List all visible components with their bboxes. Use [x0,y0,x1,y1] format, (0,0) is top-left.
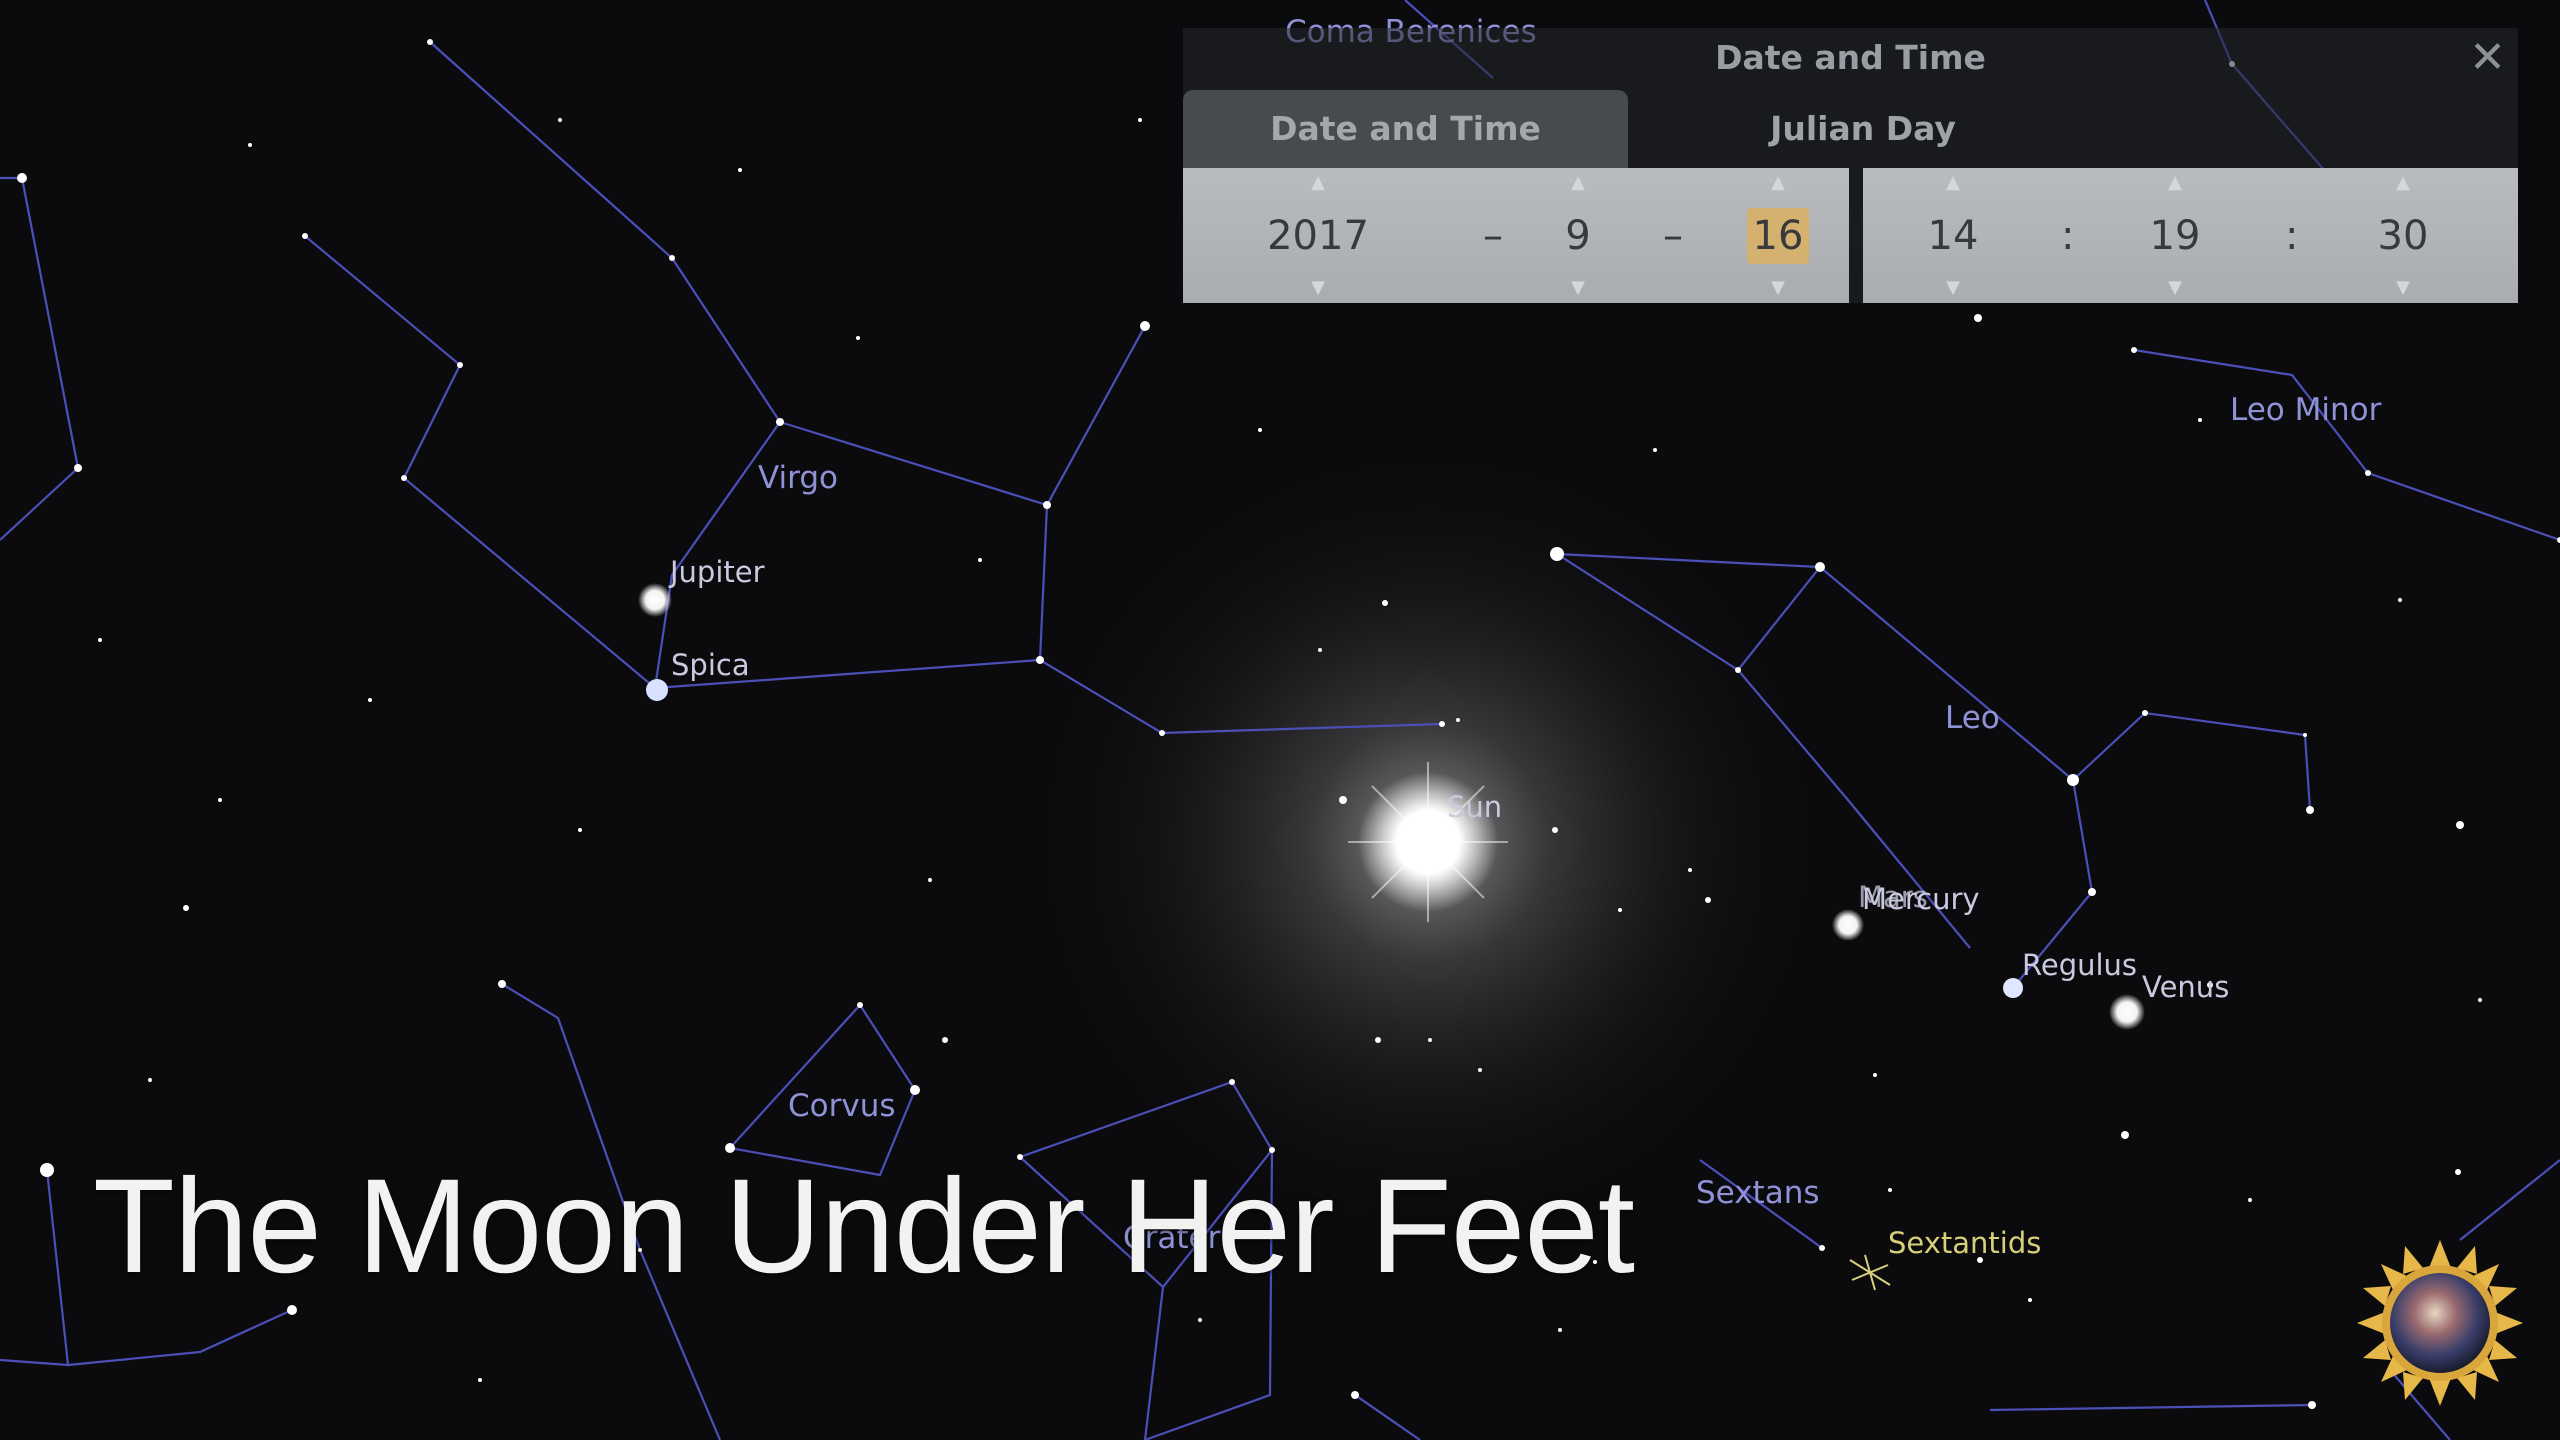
label-sun: Sun [1447,790,1503,824]
day-up-arrow-icon[interactable]: ▲ [1743,174,1813,192]
day-down-arrow-icon[interactable]: ▼ [1743,279,1813,297]
label-jupiter: Jupiter [670,555,765,589]
virgo-lines-c [304,235,1049,690]
jupiter-marker[interactable] [638,583,672,617]
label-leo: Leo [1945,700,2000,736]
label-venus: Venus [2142,970,2230,1004]
label-mercury: Mercury [1862,882,1980,916]
year-spinbox[interactable]: ▲ 2017 ▼ [1243,168,1393,303]
lower-right-lines-c [1989,1403,2313,1412]
tab-julian-day[interactable]: Julian Day [1643,90,2083,168]
minute-up-arrow-icon[interactable]: ▲ [2135,174,2215,192]
virgo-lines [429,41,1146,507]
leo-lines-b [1819,566,2312,811]
date-fields: ▲ 2017 ▼ – ▲ 9 ▼ – ▲ 16 ▼ [1183,168,1849,303]
left-lines [0,177,80,541]
hydra-lines-c [0,1358,69,1367]
second-up-arrow-icon[interactable]: ▲ [2363,174,2443,192]
date-separator: – [1663,213,1683,259]
crater-lines-b [1143,1286,1165,1440]
lower-right-lines-b [2459,1159,2560,1241]
slide-title: The Moon Under Her Feet [93,1152,1635,1301]
crater-lines-d [1354,1394,1421,1440]
minute-value[interactable]: 19 [2135,208,2215,264]
label-corvus: Corvus [788,1088,896,1124]
tab-date-and-time[interactable]: Date and Time [1183,90,1628,168]
month-up-arrow-icon[interactable]: ▲ [1543,174,1613,192]
label-regulus: Regulus [2022,948,2138,982]
spica-marker[interactable] [646,679,668,701]
time-separator: : [2285,213,2299,259]
year-down-arrow-icon[interactable]: ▼ [1243,279,1393,297]
hour-down-arrow-icon[interactable]: ▼ [1913,279,1993,297]
close-icon[interactable]: ✕ [2469,32,2506,83]
sun-marker[interactable] [1348,762,1508,922]
second-spinbox[interactable]: ▲ 30 ▼ [2363,168,2443,303]
window-title: Date and Time [1715,38,1986,77]
label-sextantids: Sextantids [1888,1226,2042,1260]
hour-up-arrow-icon[interactable]: ▲ [1913,174,1993,192]
day-spinbox[interactable]: ▲ 16 ▼ [1743,168,1813,303]
label-sextans: Sextans [1696,1175,1820,1211]
day-value[interactable]: 16 [1747,208,1809,264]
minute-down-arrow-icon[interactable]: ▼ [2135,279,2215,297]
regulus-marker[interactable] [2003,978,2023,998]
leo-minor-lines [2133,348,2560,542]
date-time-window[interactable]: Date and Time ✕ Date and Time Julian Day… [1183,28,2518,303]
month-value[interactable]: 9 [1543,208,1613,264]
venus-marker[interactable] [2109,994,2145,1030]
second-value[interactable]: 30 [2363,208,2443,264]
label-leo-minor: Leo Minor [2230,392,2382,428]
year-value[interactable]: 2017 [1243,208,1393,264]
sextantids-radiant-icon[interactable] [1849,1254,1891,1291]
hour-spinbox[interactable]: ▲ 14 ▼ [1913,168,1993,303]
minute-spinbox[interactable]: ▲ 19 ▼ [2135,168,2215,303]
sun-medallion-logo-icon [2357,1240,2523,1406]
label-spica: Spica [671,648,750,682]
time-fields: ▲ 14 ▼ : ▲ 19 ▼ : ▲ 30 ▼ [1863,168,2518,303]
time-separator: : [2061,213,2075,259]
year-up-arrow-icon[interactable]: ▲ [1243,174,1393,192]
month-spinbox[interactable]: ▲ 9 ▼ [1543,168,1613,303]
date-separator: – [1483,213,1503,259]
hour-value[interactable]: 14 [1913,208,1993,264]
second-down-arrow-icon[interactable]: ▼ [2363,279,2443,297]
label-virgo: Virgo [758,460,838,496]
month-down-arrow-icon[interactable]: ▼ [1543,279,1613,297]
